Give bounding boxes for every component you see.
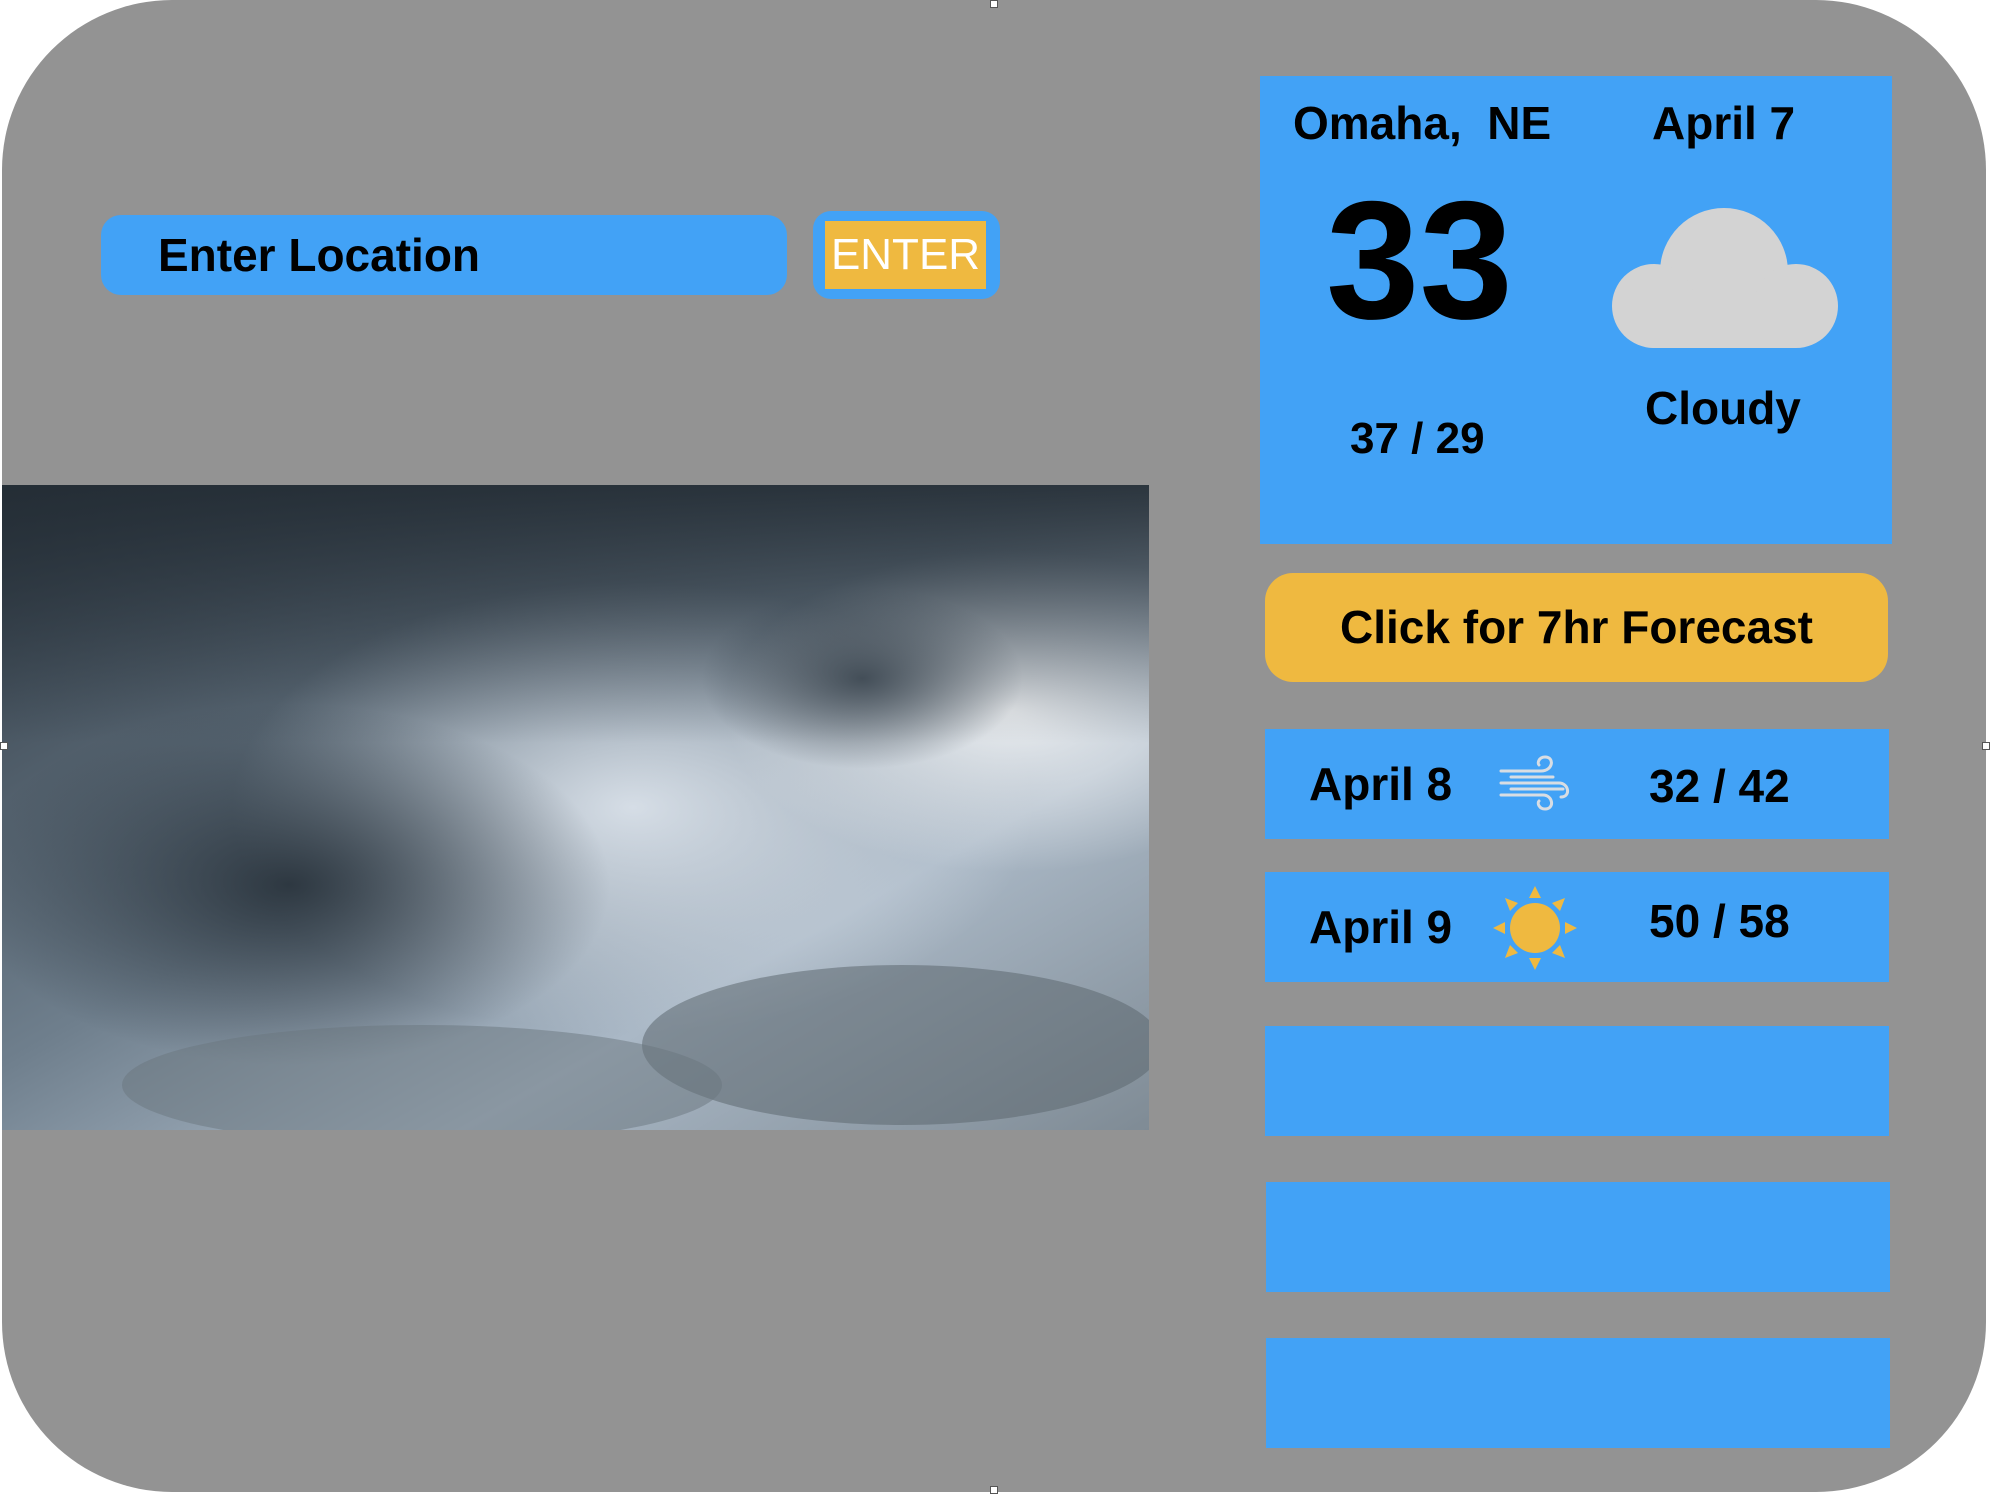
daily-forecast-row [1265,1026,1889,1136]
location-search-input[interactable]: Enter Location [101,215,787,295]
daily-forecast-row [1266,1182,1890,1292]
sky-photo [2,485,1149,1130]
current-temperature: 33 [1326,166,1513,354]
location-name: Omaha, NE [1293,97,1552,149]
daily-forecast-row [1266,1338,1890,1448]
daily-forecast-row: April 8 32 / 42 [1265,729,1889,839]
selection-handle[interactable] [990,1486,998,1494]
day-date: April 9 [1309,901,1453,953]
day-date: April 8 [1309,758,1453,810]
enter-button-wrapper[interactable]: ENTER [813,211,1000,299]
sun-icon [1491,884,1579,977]
current-date: April 7 [1652,97,1796,149]
daily-forecast-row: April 9 50 / 58 [1265,872,1889,982]
condition-label: Cloudy [1645,382,1801,434]
hi-lo-temperature: 37 / 29 [1350,414,1485,463]
enter-button[interactable]: ENTER [825,221,986,289]
current-weather-card: Omaha, NE April 7 33 37 / 29 Cloudy [1260,76,1892,544]
selection-handle[interactable] [1982,742,1990,750]
hourly-forecast-button[interactable]: Click for 7hr Forecast [1265,573,1888,682]
selection-handle[interactable] [0,742,8,750]
location-search-placeholder: Enter Location [158,229,481,281]
day-temps: 50 / 58 [1649,895,1790,947]
wind-icon [1497,753,1573,820]
app-window: Enter Location ENTER Omaha, NE April 7 3… [2,0,1986,1492]
day-temps: 32 / 42 [1649,760,1790,812]
cloud-icon [1606,202,1846,357]
selection-handle[interactable] [990,0,998,8]
